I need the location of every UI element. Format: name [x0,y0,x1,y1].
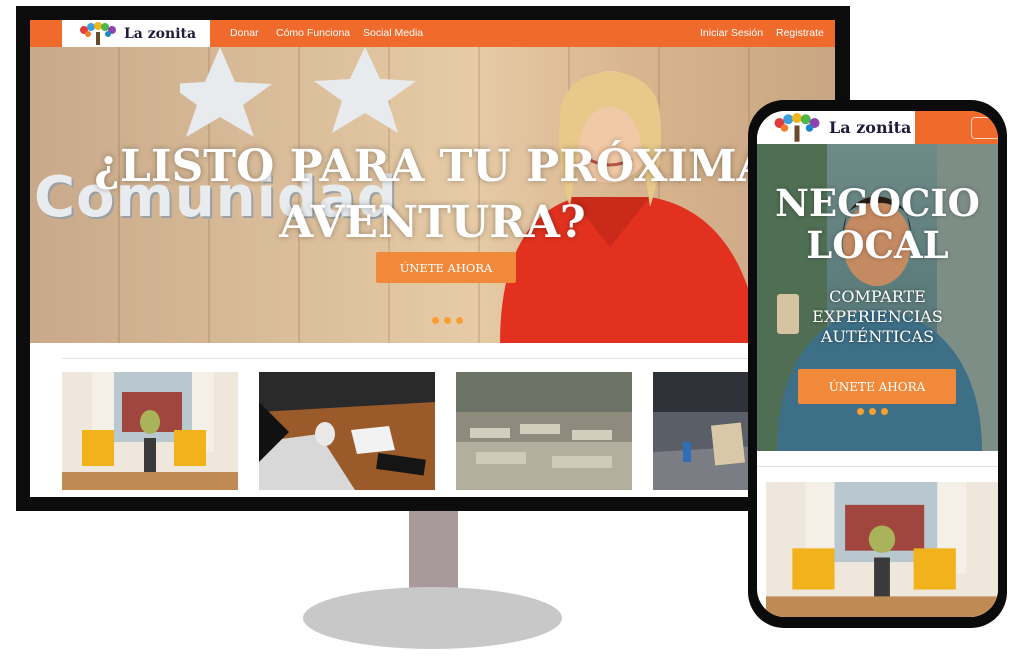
carousel-dot[interactable] [881,408,888,415]
mobile-screen: La zonita NEGOCIO LOCAL COMPARTE EXPERIE… [757,111,998,617]
mobile-card-image-living-room[interactable] [766,482,998,617]
desktop-monitor: La zonita Donar Cómo Funciona Social Med… [16,6,850,511]
carousel-dot[interactable] [444,317,451,324]
carousel-dot[interactable] [456,317,463,324]
carousel-dot[interactable] [432,317,439,324]
desk-image [259,372,435,490]
nav-link-como-funciona[interactable]: Cómo Funciona [276,20,350,47]
mobile-logo[interactable]: La zonita [757,111,915,144]
tree-logo-icon [79,21,116,45]
logo-text: La zonita [123,25,197,42]
hero-title-line1: ¿LISTO PARA TU PRÓXIMA [94,141,771,192]
hamburger-menu-icon[interactable] [971,117,998,139]
card-image-desk[interactable] [259,372,435,490]
desktop-carousel-dots [432,317,463,324]
mobile-hero-banner: NEGOCIO LOCAL COMPARTE EXPERIENCIAS AUTÉ… [757,144,998,451]
hero-title-line2: AVENTURA? [279,197,586,248]
living-room-image [62,372,238,490]
monitor-stand-neck [409,511,458,591]
monitor-stand-base [303,587,562,649]
mobile-section-divider [757,466,998,467]
join-now-button[interactable]: ÚNETE AHORA [376,252,516,283]
mobile-carousel-dots [857,408,888,415]
nav-link-iniciar-sesion[interactable]: Iniciar Sesión [700,20,763,47]
card-image-living-room[interactable] [62,372,238,490]
nav-link-social-media[interactable]: Social Media [363,20,423,47]
mobile-title-line2: LOCAL [806,223,949,267]
mobile-title-line1: NEGOCIO [775,181,980,225]
tree-logo-icon [774,112,820,142]
classroom-image [456,372,632,490]
desktop-hero-banner: Comunidad ¿LISTO PARA TU PRÓXIMA AVENTUR… [30,47,835,343]
carousel-dot[interactable] [869,408,876,415]
mobile-subtitle-line2: EXPERIENCIAS [812,307,943,326]
mobile-navbar: La zonita [757,111,998,144]
carousel-dot[interactable] [857,408,864,415]
living-room-image [766,482,998,617]
nav-link-donar[interactable]: Donar [230,20,259,47]
mobile-hero-title: NEGOCIO LOCAL [757,182,998,266]
desktop-hero-title: ¿LISTO PARA TU PRÓXIMA AVENTURA? [30,139,835,251]
mobile-hero-subtitle: COMPARTE EXPERIENCIAS AUTÉNTICAS [757,287,998,347]
mobile-join-now-button[interactable]: ÚNETE AHORA [798,369,956,404]
mobile-subtitle-line3: AUTÉNTICAS [820,327,935,346]
section-divider [62,358,802,359]
desktop-logo[interactable]: La zonita [62,20,210,47]
mobile-phone: La zonita NEGOCIO LOCAL COMPARTE EXPERIE… [748,100,1007,628]
star-decor-icon [180,47,416,137]
desktop-navbar: La zonita Donar Cómo Funciona Social Med… [30,20,835,47]
card-image-classroom[interactable] [456,372,632,490]
logo-text: La zonita [829,118,912,137]
nav-link-registrate[interactable]: Registrate [776,20,824,47]
desktop-screen: La zonita Donar Cómo Funciona Social Med… [30,20,835,497]
mobile-subtitle-line1: COMPARTE [829,287,926,306]
